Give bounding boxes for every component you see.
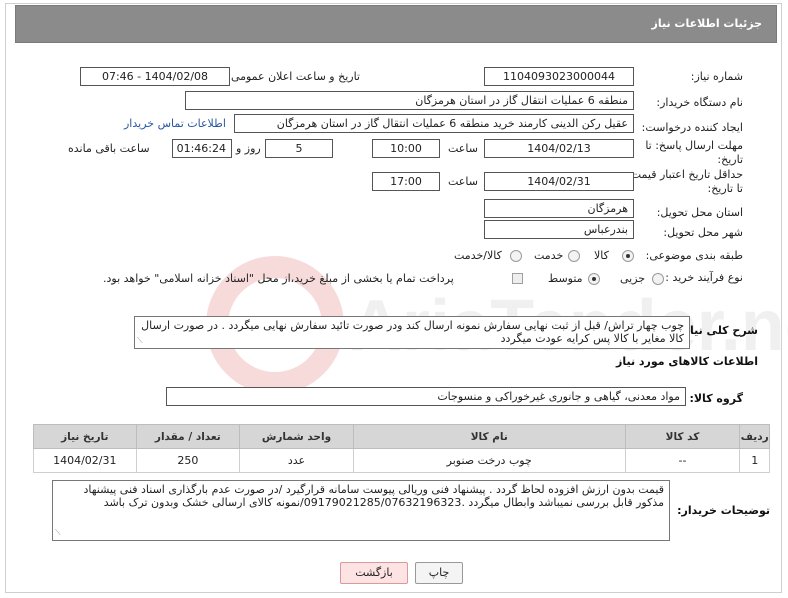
category-radio-service[interactable] (568, 250, 580, 262)
col-header-quantity: تعداد / مقدار (135, 424, 241, 449)
cell-date: 1404/02/31 (33, 448, 137, 473)
buyer-org-label: نام دستگاه خریدار: (656, 96, 743, 109)
cell-quantity: 250 (135, 448, 241, 473)
deadline-label-2: تاریخ: (717, 153, 743, 166)
goods-group-label: گروه کالا: (689, 392, 743, 405)
category-option-both: کالا/خدمت (454, 249, 502, 262)
buyer-notes-textarea[interactable]: قیمت بدون ارزش افزوده لحاظ گردد . پیشنها… (52, 480, 670, 541)
col-header-code: کد کالا (624, 424, 741, 449)
payment-checkbox[interactable] (512, 273, 523, 284)
description-text: چوب چهار تراش/ قبل از ثبت نهایی سفارش نم… (141, 319, 684, 345)
days-field: 5 (265, 139, 333, 158)
remaining-time-field: 01:46:24 (172, 139, 232, 158)
announce-label: تاریخ و ساعت اعلان عمومی: (227, 70, 360, 83)
need-number-field: 1104093023000044 (484, 67, 634, 86)
category-option-goods: کالا (594, 249, 609, 262)
col-header-unit: واحد شمارش (239, 424, 354, 449)
table-header-row: ردیف کد کالا نام کالا واحد شمارش تعداد /… (33, 424, 770, 449)
deadline-date-field: 1404/02/13 (484, 139, 634, 158)
process-option-minor: جزیی (620, 272, 646, 285)
col-header-date: تاریخ نیاز (33, 424, 137, 449)
items-table: ردیف کد کالا نام کالا واحد شمارش تعداد /… (33, 424, 770, 473)
need-number-label: شماره نیاز: (690, 70, 743, 83)
process-radio-minor[interactable] (652, 273, 664, 285)
back-button[interactable]: بازگشت (340, 562, 408, 584)
deadline-label-1: مهلت ارسال پاسخ: تا (645, 139, 743, 152)
cell-name: چوب درخت صنوبر (352, 448, 626, 473)
cell-unit: عدد (239, 448, 354, 473)
category-radio-both[interactable] (510, 250, 522, 262)
contact-info-link[interactable]: اطلاعات تماس خریدار (124, 117, 226, 130)
buyer-notes-text: قیمت بدون ارزش افزوده لحاظ گردد . پیشنها… (83, 483, 664, 509)
buyer-org-field: منطقه 6 عملیات انتقال گاز در استان هرمزگ… (185, 91, 634, 110)
remaining-label: ساعت باقی مانده (68, 142, 150, 155)
col-header-name: نام کالا (352, 424, 626, 449)
province-label: استان محل تحویل: (656, 206, 743, 219)
goods-section-title: اطلاعات کالاهای مورد نیاز (616, 355, 758, 368)
buyer-notes-label: توضیحات خریدار: (677, 504, 770, 517)
table-row: 1 -- چوب درخت صنوبر عدد 250 1404/02/31 (33, 448, 770, 473)
validity-time-field: 17:00 (372, 172, 440, 191)
city-label: شهر محل تحویل: (663, 226, 743, 239)
description-label: شرح کلی نیاز: (679, 324, 758, 337)
process-radio-medium[interactable] (588, 273, 600, 285)
print-button[interactable]: چاپ (415, 562, 463, 584)
page-header: جزئیات اطلاعات نیاز (15, 5, 777, 43)
city-field: بندرعباس (484, 220, 634, 239)
validity-date-field: 1404/02/31 (484, 172, 634, 191)
category-option-service: خدمت (534, 249, 564, 262)
category-radio-goods[interactable] (622, 250, 634, 262)
goods-group-field: مواد معدنی، گیاهی و جانوری غیرخوراکی و م… (166, 387, 686, 406)
process-option-medium: متوسط (548, 272, 583, 285)
col-header-row-number: ردیف (739, 424, 770, 449)
deadline-time-field: 10:00 (372, 139, 440, 158)
creator-field: عقیل رکن الدینی کارمند خرید منطقه 6 عملی… (234, 114, 634, 133)
category-label: طبقه بندی موضوعی: (645, 249, 743, 262)
page-title: جزئیات اطلاعات نیاز (651, 17, 763, 30)
days-label: روز و (236, 142, 261, 155)
payment-note: پرداخت تمام یا بخشی از مبلغ خرید،از محل … (103, 272, 454, 285)
process-label: نوع فرآیند خرید : (665, 271, 743, 284)
resize-handle-icon[interactable]: ⟋ (55, 526, 61, 539)
resize-handle-icon[interactable]: ⟋ (137, 334, 143, 347)
creator-label: ایجاد کننده درخواست: (641, 121, 743, 134)
description-textarea[interactable]: چوب چهار تراش/ قبل از ثبت نهایی سفارش نم… (134, 316, 690, 349)
validity-time-label: ساعت (448, 175, 478, 188)
cell-code: -- (624, 448, 741, 473)
province-field: هرمزگان (484, 199, 634, 218)
validity-label-1: حداقل تاریخ اعتبار قیمت: (627, 168, 743, 181)
validity-label-2: تا تاریخ: (707, 182, 743, 195)
deadline-time-label: ساعت (448, 142, 478, 155)
announce-field: 1404/02/08 - 07:46 (80, 67, 230, 86)
cell-row-number: 1 (739, 448, 770, 473)
